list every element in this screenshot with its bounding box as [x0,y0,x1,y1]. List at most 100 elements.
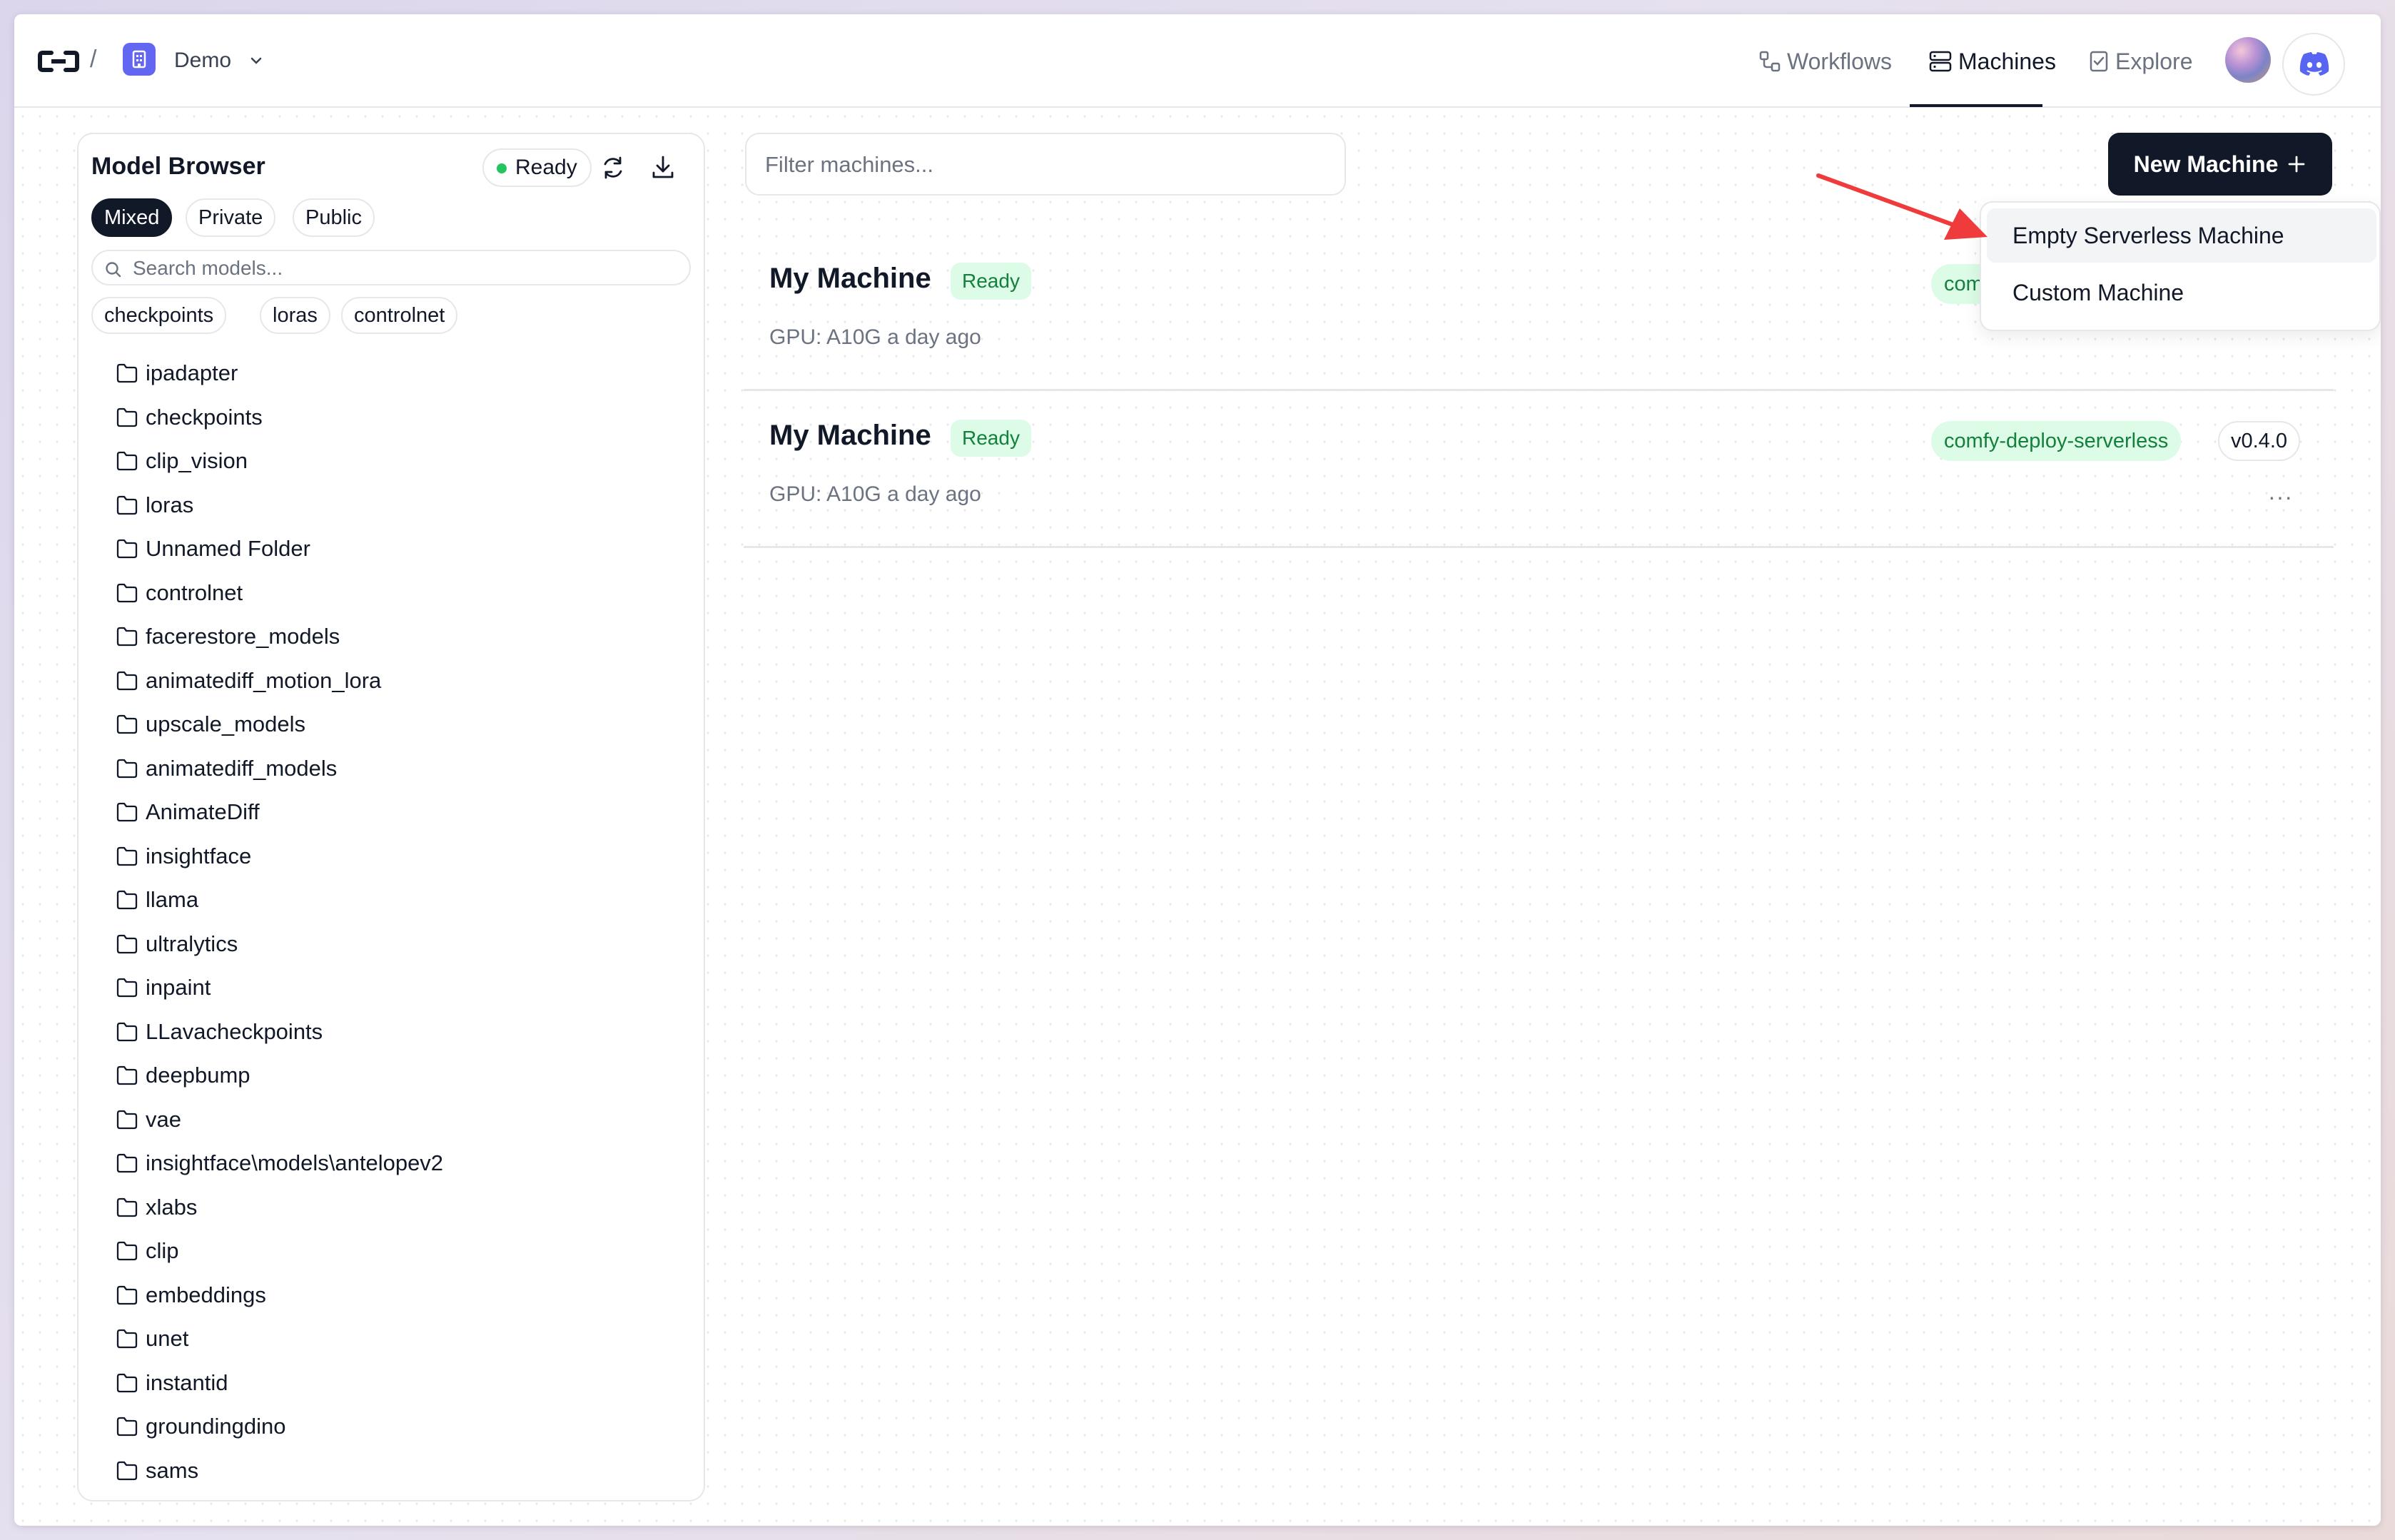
user-avatar[interactable] [2225,37,2271,83]
folder-icon [116,1329,138,1349]
app-window: / Demo Workflows Machines Explore Model … [14,14,2381,1526]
folder-item[interactable]: clip_vision [116,443,248,479]
folder-icon [116,1110,138,1129]
folder-icon [116,934,138,953]
download-icon[interactable] [644,148,682,187]
breadcrumb-separator: / [90,46,97,73]
folder-label: animatediff_motion_lora [146,667,382,693]
discord-button[interactable] [2282,33,2345,96]
machine-row[interactable]: My Machine Ready GPU: A10G a day ago com… [744,391,2334,548]
folder-label: instantid [146,1369,228,1395]
folder-label: controlnet [146,579,243,605]
workflow-icon [1759,51,1781,72]
folder-item[interactable]: xlabs [116,1190,197,1225]
new-machine-dropdown: Empty Serverless Machine Custom Machine [1980,201,2381,331]
filter-machines-input[interactable] [765,150,1322,180]
filter-chip-checkpoints[interactable]: checkpoints [91,297,227,334]
folder-item[interactable]: sams [116,1453,198,1489]
menu-item-custom-machine[interactable]: Custom Machine [1987,265,2376,320]
tab-machines[interactable]: Machines [1928,43,2056,80]
active-tab-indicator [1910,104,2042,107]
annotation-arrow-icon [1816,173,1988,240]
folder-label: groundingdino [146,1414,286,1439]
folder-item[interactable]: loras [116,487,193,523]
folder-item[interactable]: animatediff_motion_lora [116,663,381,699]
folder-label: facerestore_models [146,624,340,649]
folder-icon [116,539,138,559]
model-browser-panel: Model Browser Ready Mixed Private Public [77,133,705,1501]
folder-label: loras [146,492,194,517]
model-search-box[interactable] [91,250,691,285]
folder-label: AnimateDiff [146,799,260,824]
folder-item[interactable]: llama [116,882,198,918]
folder-label: embeddings [146,1282,266,1307]
folder-item[interactable]: inpaint [116,970,211,1005]
filter-chip-controlnet[interactable]: controlnet [341,297,458,334]
folder-item[interactable]: unet [116,1321,188,1357]
folder-label: upscale_models [146,711,306,736]
folder-item[interactable]: insightface [116,839,251,874]
folder-item[interactable]: deepbump [116,1058,250,1093]
new-machine-button[interactable]: New Machine [2108,133,2332,196]
refresh-icon[interactable] [594,148,632,187]
folder-icon [116,627,138,647]
folder-item[interactable]: vae [116,1102,181,1138]
folder-label: llama [146,887,199,912]
status-label: Ready [515,156,577,179]
folder-icon [116,1241,138,1261]
checklist-icon [2090,51,2108,72]
folder-icon [116,1065,138,1085]
folder-icon [116,495,138,515]
folder-item[interactable]: clip [116,1233,179,1269]
folder-label: clip_vision [146,448,248,473]
folder-icon [116,890,138,910]
folder-icon [116,583,138,602]
folder-item[interactable]: Unnamed Folder [116,531,310,567]
folder-item[interactable]: groundingdino [116,1409,286,1444]
segment-mixed[interactable]: Mixed [91,198,173,237]
folder-item[interactable]: embeddings [116,1277,266,1313]
machine-status-badge: Ready [951,263,1031,300]
org-building-icon[interactable] [123,43,156,76]
folder-item[interactable]: facerestore_models [116,619,340,654]
search-icon [106,262,121,278]
folder-item[interactable]: ultralytics [116,926,238,962]
folder-item[interactable]: instantid [116,1365,228,1401]
folder-icon [116,978,138,998]
folder-item[interactable]: controlnet [116,575,243,611]
segment-private[interactable]: Private [186,198,276,237]
folder-item[interactable]: animatediff_models [116,751,337,786]
folder-icon [116,802,138,822]
folder-icon [116,714,138,734]
filter-machines-box[interactable] [745,133,1346,196]
folder-icon [116,1417,138,1437]
folder-icon [116,1373,138,1392]
org-switcher-label[interactable]: Demo [174,49,231,73]
folder-item[interactable]: AnimateDiff [116,794,260,830]
folder-label: vae [146,1106,181,1132]
folder-label: ultralytics [146,931,238,956]
menu-item-empty-serverless-machine[interactable]: Empty Serverless Machine [1987,208,2376,263]
tab-workflows-label: Workflows [1787,48,1892,74]
folder-item[interactable]: ipadapter [116,355,238,391]
folder-item[interactable]: upscale_models [116,706,305,742]
new-machine-label: New Machine [2133,151,2279,177]
folder-item[interactable]: LLavacheckpoints [116,1014,323,1050]
machine-gpu-info: GPU: A10G a day ago [769,325,981,349]
folder-item[interactable]: insightface\models\antelopev2 [116,1145,443,1181]
folder-icon [116,671,138,690]
tab-workflows[interactable]: Workflows [1758,43,1892,80]
chevron-down-icon[interactable] [248,53,264,69]
more-options-icon[interactable]: ··· [2268,484,2293,510]
folder-icon [116,1022,138,1041]
machine-name[interactable]: My Machine [769,263,931,295]
folder-item[interactable]: checkpoints [116,400,263,435]
tab-explore[interactable]: Explore [2088,43,2193,80]
segment-public[interactable]: Public [293,198,375,237]
model-search-input[interactable] [133,255,675,281]
comfy-deploy-logo-icon[interactable] [37,50,80,73]
tab-machines-label: Machines [1958,48,2056,74]
filter-chip-loras[interactable]: loras [260,297,330,334]
server-icon [1929,51,1952,72]
machine-name[interactable]: My Machine [769,420,931,452]
